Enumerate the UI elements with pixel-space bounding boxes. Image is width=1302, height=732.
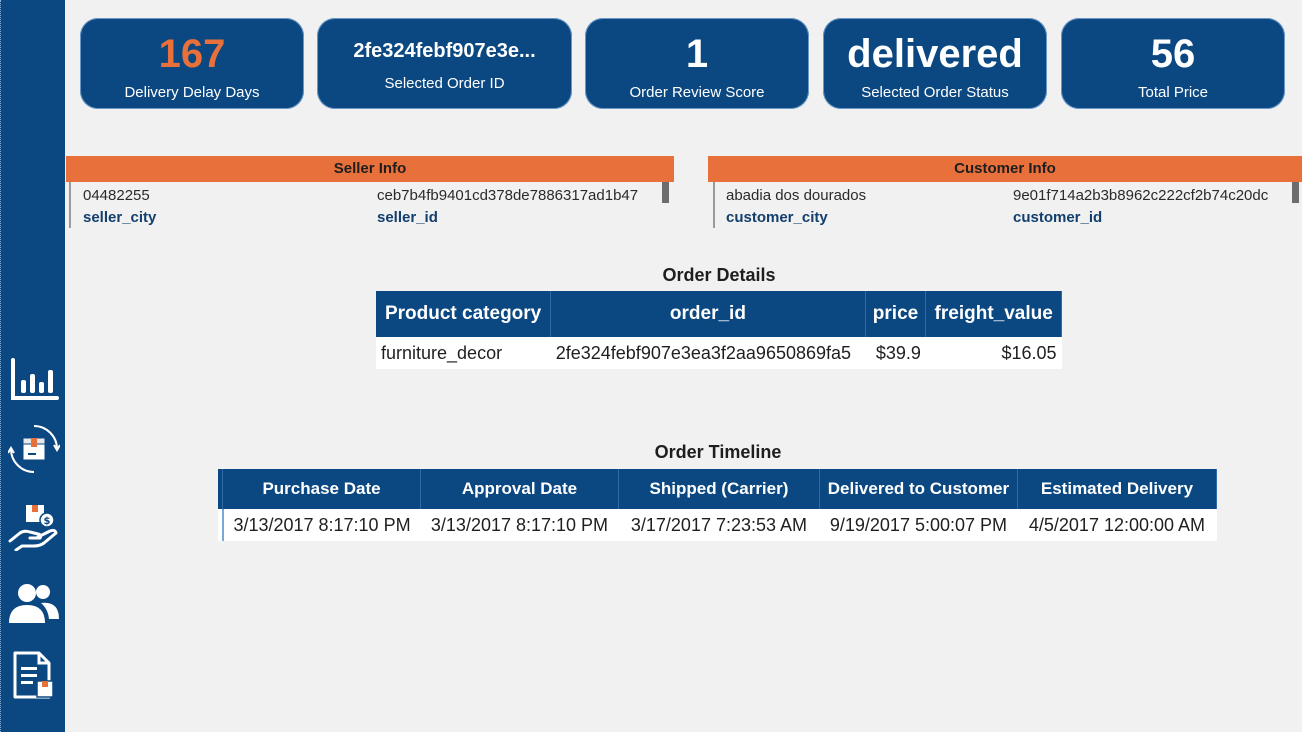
cell-product-category: furniture_decor (376, 337, 551, 369)
nav-payments[interactable]: $ (7, 503, 61, 551)
seller-city-value: 04482255 (83, 187, 150, 204)
kpi-total-price: 56 Total Price (1061, 18, 1285, 109)
customer-info-header: Customer Info (708, 156, 1302, 182)
document-icon (13, 651, 54, 699)
table-row[interactable]: furniture_decor 2fe324febf907e3ea3f2aa96… (376, 337, 1062, 369)
col-shipped-carrier[interactable]: Shipped (Carrier) (618, 469, 820, 509)
seller-scroll-handle[interactable] (662, 182, 669, 203)
customer-id-value: 9e01f714a2b3b8962c222cf2b74c20dc (1013, 187, 1269, 204)
customer-id-label: customer_id (1013, 209, 1103, 226)
total-price-value: 56 (1150, 32, 1196, 76)
total-price-label: Total Price (1137, 84, 1209, 101)
seller-info-card: 04482255 seller_city ceb7b4fb9401cd378de… (69, 182, 673, 228)
cell-purchase-date: 3/13/2017 8:17:10 PM (222, 509, 421, 541)
nav-overview[interactable] (7, 356, 61, 404)
order-timeline-title: Order Timeline (654, 442, 782, 462)
customer-city-label: customer_city (726, 209, 828, 226)
package-refresh-icon (8, 425, 60, 473)
cell-order-id: 2fe324febf907e3ea3f2aa9650869fa5 (550, 337, 866, 369)
timeline-header-row: Purchase Date Approval Date Shipped (Car… (218, 469, 1218, 509)
seller-info-header: Seller Info (66, 156, 674, 182)
col-purchase-date[interactable]: Purchase Date (222, 469, 421, 509)
kpi-delivery-delay: 167 Delivery Delay Days (80, 18, 304, 109)
kpi-order-id: 2fe324febf907e3e... Selected Order ID (317, 18, 572, 109)
order-status-value: delivered (847, 32, 1023, 76)
review-score-value: 1 (685, 32, 709, 76)
sidebar: $ (0, 0, 65, 732)
col-estimated-delivery[interactable]: Estimated Delivery (1017, 469, 1218, 509)
seller-id-label: seller_id (377, 209, 438, 226)
col-order-id[interactable]: order_id (550, 291, 866, 337)
table-row[interactable]: 3/13/2017 8:17:10 PM 3/13/2017 8:17:10 P… (218, 509, 1217, 541)
delivery-delay-label: Delivery Delay Days (124, 84, 260, 101)
cell-approval-date: 3/13/2017 8:17:10 PM (420, 509, 619, 541)
order-id-label: Selected Order ID (384, 75, 505, 92)
order-status-label: Selected Order Status (861, 84, 1009, 101)
order-id-value: 2fe324febf907e3e... (353, 40, 536, 62)
order-details-title: Order Details (662, 265, 776, 285)
col-approval-date[interactable]: Approval Date (420, 469, 619, 509)
kpi-review-score: 1 Order Review Score (585, 18, 809, 109)
col-freight-value[interactable]: freight_value (925, 291, 1062, 337)
cell-estimated-delivery: 4/5/2017 12:00:00 AM (1017, 509, 1217, 541)
svg-text:$: $ (44, 516, 51, 527)
order-timeline-table: Purchase Date Approval Date Shipped (Car… (218, 469, 1218, 541)
cell-delivered-to-customer: 9/19/2017 5:00:07 PM (819, 509, 1018, 541)
nav-customers[interactable] (7, 580, 61, 628)
users-icon (9, 584, 59, 623)
order-details-table: Product category order_id price freight_… (376, 291, 1062, 369)
customer-city-value: abadia dos dourados (726, 187, 867, 204)
customer-info-card: abadia dos dourados customer_city 9e01f7… (713, 182, 1302, 228)
cell-shipped-carrier: 3/17/2017 7:23:53 AM (618, 509, 820, 541)
col-delivered-to-customer[interactable]: Delivered to Customer (819, 469, 1018, 509)
col-product-category[interactable]: Product category (376, 291, 552, 337)
col-price[interactable]: price (865, 291, 927, 337)
hand-money-icon: $ (8, 505, 58, 551)
delivery-delay-value: 167 (158, 32, 226, 76)
cell-freight-value: $16.05 (925, 337, 1062, 369)
review-score-label: Order Review Score (629, 84, 765, 101)
order-details-header-row: Product category order_id price freight_… (376, 291, 1062, 337)
bar-chart-icon (11, 358, 59, 400)
cell-price: $39.9 (865, 337, 926, 369)
nav-orders[interactable] (7, 425, 61, 473)
customer-scroll-handle[interactable] (1292, 182, 1299, 203)
seller-city-label: seller_city (83, 209, 157, 226)
seller-id-value: ceb7b4fb9401cd378de7886317ad1b47 (377, 187, 639, 204)
nav-reports[interactable] (7, 651, 61, 700)
kpi-order-status: delivered Selected Order Status (823, 18, 1047, 109)
